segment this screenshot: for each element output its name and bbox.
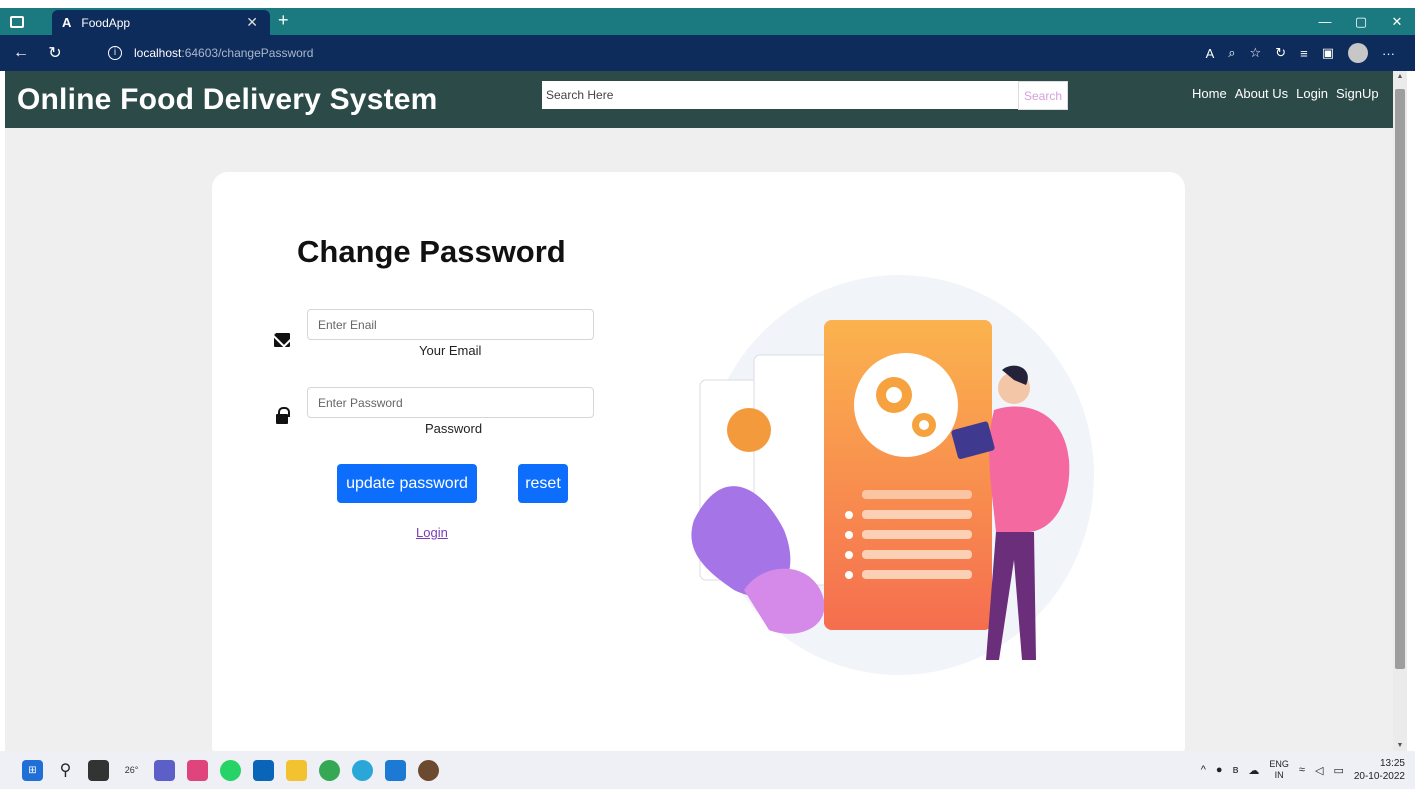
site-brand[interactable]: Online Food Delivery System	[17, 83, 438, 117]
language-code: ENG	[1269, 759, 1289, 769]
profile-avatar[interactable]	[1348, 43, 1368, 63]
top-nav: Home About Us Login SignUp	[1192, 86, 1379, 101]
chevron-up-icon[interactable]: ^	[1201, 764, 1206, 776]
tab-close-icon[interactable]: ✕	[246, 14, 258, 31]
back-arrow-icon[interactable]: ←	[8, 44, 34, 62]
file-explorer-icon[interactable]	[286, 759, 307, 781]
page-body: Change Password Your Email Password upda…	[5, 128, 1393, 762]
bluetooth-icon[interactable]: ʙ	[1233, 764, 1239, 776]
page-scrollbar[interactable]: ▲ ▼	[1393, 71, 1407, 751]
minimize-icon[interactable]: —	[1307, 14, 1343, 29]
battery-icon[interactable]: ▭	[1333, 764, 1343, 777]
password-field[interactable]	[307, 387, 594, 418]
cloud-icon[interactable]: ☁	[1248, 764, 1259, 777]
windows-taskbar: ⊞ ⚲ 26° ^ ● ʙ ☁ ENG IN ≈ ◁ ▭ 13:25 20-10…	[0, 751, 1415, 789]
cropped-heading	[0, 0, 300, 8]
nav-home[interactable]: Home	[1192, 86, 1227, 101]
envelope-icon	[274, 333, 290, 347]
collections-icon[interactable]: ▣	[1322, 45, 1334, 61]
start-icon[interactable]: ⊞	[22, 759, 43, 781]
mail-icon[interactable]	[253, 759, 274, 781]
url-host: localhost	[134, 46, 182, 60]
scroll-up-icon[interactable]: ▲	[1395, 73, 1405, 80]
weather-icon[interactable]: 26°	[121, 760, 142, 781]
nav-signup[interactable]: SignUp	[1336, 86, 1379, 101]
date: 20-10-2022	[1353, 771, 1405, 782]
more-options-icon[interactable]: ···	[1382, 46, 1395, 61]
reset-button[interactable]: reset	[518, 464, 568, 503]
add-favorite-icon[interactable]: ☆	[1250, 45, 1262, 61]
read-aloud-icon[interactable]: A	[1206, 46, 1215, 61]
search-icon[interactable]: ⚲	[55, 760, 76, 781]
tab-favicon-icon: A	[62, 15, 72, 30]
url-field[interactable]: i localhost:64603/changePassword	[98, 40, 1098, 66]
login-link[interactable]: Login	[416, 525, 448, 540]
scroll-thumb[interactable]	[1395, 89, 1405, 669]
app-emblem-icon[interactable]	[418, 759, 439, 781]
browser-tab[interactable]: A FoodApp ✕	[52, 10, 270, 35]
vscode-icon[interactable]	[385, 759, 406, 781]
email-field[interactable]	[307, 309, 594, 340]
password-label: Password	[425, 421, 483, 436]
update-password-button[interactable]: update password	[337, 464, 477, 503]
site-header: Online Food Delivery System Search Home …	[5, 71, 1393, 128]
nav-login[interactable]: Login	[1296, 86, 1328, 101]
refresh-icon[interactable]: ↻	[42, 43, 68, 63]
whatsapp-icon[interactable]	[220, 759, 241, 781]
change-password-card: Change Password Your Email Password upda…	[212, 172, 1185, 762]
search-button[interactable]: Search	[1018, 81, 1068, 110]
close-window-icon[interactable]: ✕	[1379, 14, 1415, 30]
site-info-icon[interactable]: i	[108, 46, 122, 60]
nav-about-us[interactable]: About Us	[1235, 86, 1288, 101]
zoom-icon[interactable]: ⌕	[1228, 45, 1235, 61]
scroll-down-icon[interactable]: ▼	[1395, 742, 1405, 749]
task-view-icon[interactable]	[88, 759, 109, 781]
page-title: Change Password	[297, 234, 566, 269]
security-icon[interactable]: ●	[1216, 764, 1223, 776]
browser-addressbar: ← ↻ i localhost:64603/changePassword A ⌕…	[0, 35, 1415, 71]
refresh-page-icon[interactable]: ↻	[1275, 45, 1286, 61]
chrome-icon[interactable]	[319, 759, 340, 781]
office-icon[interactable]	[187, 759, 208, 781]
lock-icon	[276, 407, 290, 424]
new-tab-icon[interactable]: +	[278, 10, 289, 31]
system-tray: ^ ● ʙ ☁ ENG IN ≈ ◁ ▭ 13:25 20-10-2022	[1201, 751, 1405, 789]
volume-icon[interactable]: ◁	[1315, 764, 1323, 777]
teams-icon[interactable]	[154, 759, 175, 781]
language-indicator[interactable]: ENG IN	[1269, 759, 1289, 781]
region-code: IN	[1274, 770, 1284, 780]
window-menu-icon[interactable]	[10, 15, 24, 28]
edge-icon[interactable]	[352, 759, 373, 781]
clock[interactable]: 13:25 20-10-2022	[1354, 757, 1405, 783]
tab-title: FoodApp	[81, 15, 131, 30]
time: 13:25	[1379, 758, 1405, 769]
url-path: :64603/changePassword	[181, 46, 314, 60]
restore-icon[interactable]: ▢	[1343, 14, 1379, 30]
browser-titlebar: A FoodApp ✕ + — ▢ ✕	[0, 8, 1415, 35]
wifi-icon[interactable]: ≈	[1299, 764, 1305, 776]
favorites-icon[interactable]: ≡	[1300, 46, 1308, 61]
search-input[interactable]	[542, 81, 1018, 109]
settings-illustration	[691, 275, 1094, 675]
email-label: Your Email	[419, 343, 482, 358]
